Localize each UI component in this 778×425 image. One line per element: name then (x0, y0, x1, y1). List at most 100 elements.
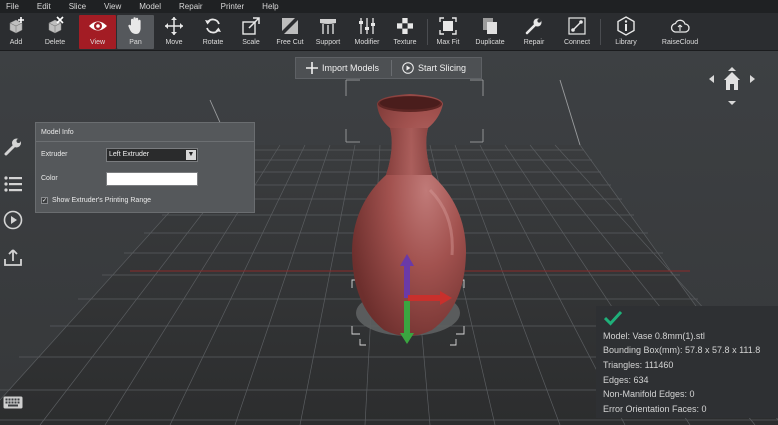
max-fit-button[interactable]: Max Fit (434, 15, 462, 49)
chevron-down-icon: ▼ (186, 150, 196, 160)
checkmark-icon (604, 310, 622, 326)
raisecloud-button[interactable]: RaiseCloud (660, 15, 700, 49)
scale-icon (242, 17, 260, 35)
color-label: Color (41, 175, 58, 182)
connect-label: Connect (563, 39, 591, 46)
stats-model: Model: Vase 0.8mm(1).stl (603, 331, 705, 341)
menu-edit[interactable]: Edit (37, 0, 51, 13)
pan-label: Pan (129, 39, 142, 46)
repair-label: Repair (523, 39, 545, 46)
extruder-select-value: Left Extruder (109, 151, 150, 158)
library-icon (617, 16, 635, 36)
stats-edges: Edges: 634 (603, 375, 649, 385)
max-fit-icon (439, 17, 457, 35)
extruder-label: Extruder (41, 151, 68, 158)
support-label: Support (315, 39, 341, 46)
duplicate-icon (483, 18, 497, 34)
start-slicing-label: Start Slicing (418, 63, 467, 73)
menu-model[interactable]: Model (139, 0, 161, 13)
library-button[interactable]: Library (612, 15, 640, 49)
model-info-title: Model Info (36, 123, 254, 142)
viewport-action-bar: Import Models Start Slicing (295, 57, 482, 79)
scale-button[interactable]: Scale (238, 15, 264, 49)
model-info-panel: Model Info Extruder Left Extruder ▼ Colo… (35, 122, 255, 213)
list-icon[interactable] (3, 174, 23, 194)
duplicate-label: Duplicate (475, 39, 505, 46)
wrench-icon[interactable] (3, 136, 23, 156)
show-range-label: Show Extruder's Printing Range (52, 197, 151, 204)
view-label: View (89, 39, 106, 46)
cloud-icon (670, 19, 690, 33)
raisecloud-label: RaiseCloud (661, 39, 699, 46)
menu-file[interactable]: File (6, 0, 19, 13)
stats-triangles: Triangles: 111460 (603, 360, 674, 370)
nav-right-arrow (750, 75, 755, 83)
move-button[interactable]: Move (161, 15, 187, 49)
modifier-button[interactable]: Modifier (351, 15, 383, 49)
stats-non-manifold: Non-Manifold Edges: 0 (603, 389, 695, 399)
connect-icon (568, 17, 586, 35)
rotate-button[interactable]: Rotate (200, 15, 226, 49)
extruder-select[interactable]: Left Extruder ▼ (106, 148, 198, 162)
cube-delete-icon (48, 16, 64, 34)
modifier-label: Modifier (354, 39, 380, 46)
nav-up-arrow (728, 67, 736, 71)
scale-label: Scale (242, 39, 260, 46)
add-button[interactable]: Add (3, 15, 29, 49)
eye-icon (88, 21, 107, 31)
hand-icon (127, 17, 141, 34)
view-button[interactable]: View (79, 15, 116, 49)
nav-down-arrow (728, 101, 736, 105)
model-stats-panel: Model: Vase 0.8mm(1).stl Bounding Box(mm… (596, 306, 778, 418)
show-range-checkbox[interactable]: ✓ (41, 197, 48, 204)
duplicate-button[interactable]: Duplicate (474, 15, 506, 49)
menu-printer[interactable]: Printer (221, 0, 245, 13)
toolbar-divider (427, 19, 428, 45)
start-slicing-button[interactable]: Start Slicing (392, 58, 466, 78)
texture-label: Texture (393, 39, 417, 46)
play-icon[interactable] (3, 210, 23, 230)
stats-bounding-box: Bounding Box(mm): 57.8 x 57.8 x 111.8 (603, 345, 761, 355)
home-icon (724, 72, 740, 90)
repair-button[interactable]: Repair (520, 15, 548, 49)
delete-button[interactable]: Delete (42, 15, 68, 49)
cube-add-icon (9, 17, 24, 34)
free-cut-icon (282, 18, 298, 34)
menu-help[interactable]: Help (262, 0, 278, 13)
modifier-sliders-icon (359, 18, 375, 34)
move-arrows-icon (165, 17, 183, 35)
x-axis-arrow (408, 295, 442, 301)
keyboard-icon[interactable] (3, 396, 23, 409)
import-models-label: Import Models (322, 63, 380, 73)
repair-wrench-icon (525, 18, 542, 35)
rotate-label: Rotate (202, 39, 224, 46)
import-models-button[interactable]: Import Models (296, 58, 379, 78)
nav-left-arrow (709, 75, 714, 83)
play-circle-icon (402, 62, 414, 74)
upload-icon[interactable] (3, 247, 23, 267)
connect-button[interactable]: Connect (561, 15, 593, 49)
menu-slice[interactable]: Slice (69, 0, 86, 13)
color-swatch-input[interactable] (106, 172, 198, 186)
menu-repair[interactable]: Repair (179, 0, 203, 13)
camera-nav-widget[interactable] (706, 66, 758, 106)
pan-button[interactable]: Pan (117, 15, 154, 49)
max-fit-label: Max Fit (436, 39, 460, 46)
toolbar: Add Delete View Pan Move Rotate Scale Fr… (0, 13, 778, 51)
y-axis-arrow (404, 301, 410, 334)
free-cut-button[interactable]: Free Cut (274, 15, 306, 49)
support-icon (320, 19, 336, 34)
menu-view[interactable]: View (104, 0, 121, 13)
menu-bar: File Edit Slice View Model Repair Printe… (0, 0, 778, 13)
free-cut-label: Free Cut (276, 39, 304, 46)
z-axis-arrow (404, 265, 410, 298)
rotate-icon (205, 18, 221, 34)
texture-button[interactable]: Texture (391, 15, 419, 49)
texture-icon (397, 18, 413, 34)
toolbar-divider (600, 19, 601, 45)
plus-icon (306, 62, 318, 74)
stats-error-orientation: Error Orientation Faces: 0 (603, 404, 707, 414)
delete-label: Delete (44, 39, 66, 46)
support-button[interactable]: Support (313, 15, 343, 49)
library-label: Library (615, 39, 637, 46)
